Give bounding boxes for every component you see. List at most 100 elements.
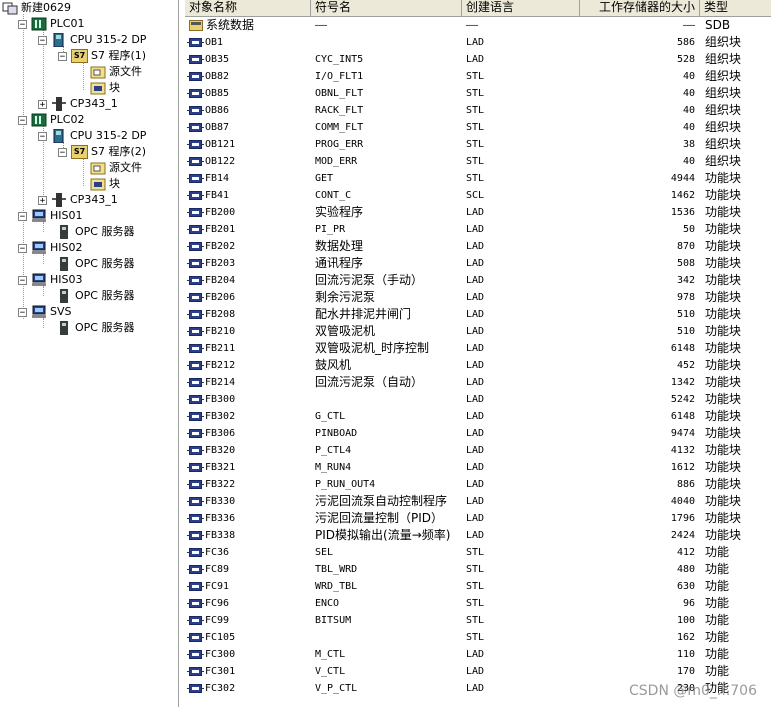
table-row[interactable]: FB210 双管吸泥机 LAD 510 功能块 <box>185 323 771 340</box>
cell-size: 886 <box>676 479 695 490</box>
expand-icon[interactable]: + <box>38 195 47 205</box>
block-name: FB41 <box>205 190 230 201</box>
cell-symbol: 配水井排泥井闸门 <box>315 307 412 321</box>
cell-language: LAD <box>466 649 485 660</box>
cell-name: FB338 <box>187 527 235 544</box>
tree-cp2[interactable]: + CP343_1 <box>38 192 118 208</box>
cell-type: 功能块 <box>705 205 742 219</box>
tree-cpu1[interactable]: − CPU 315-2 DP <box>38 32 146 48</box>
table-row[interactable]: FC300 M_CTL LAD 110 功能 <box>185 646 771 663</box>
tree-his03[interactable]: − HIS03 <box>18 272 83 288</box>
table-row[interactable]: FC91 WRD_TBL STL 630 功能 <box>185 578 771 595</box>
table-row[interactable]: FB212 鼓风机 LAD 452 功能块 <box>185 357 771 374</box>
tree-opc4[interactable]: OPC 服务器 <box>56 320 134 336</box>
collapse-icon[interactable]: − <box>18 211 27 221</box>
tree-blocks2[interactable]: 块 <box>90 176 120 192</box>
table-row[interactable]: FB321 M_RUN4 LAD 1612 功能块 <box>185 459 771 476</box>
column-header-size[interactable]: 工作存储器的大小 <box>580 0 700 16</box>
table-row[interactable]: FB322 P_RUN_OUT4 LAD 886 功能块 <box>185 476 771 493</box>
table-row[interactable]: FB201 PI_PR LAD 50 功能块 <box>185 221 771 238</box>
tree-opc3[interactable]: OPC 服务器 <box>56 288 134 304</box>
table-row[interactable]: FB208 配水井排泥井闸门 LAD 510 功能块 <box>185 306 771 323</box>
collapse-icon[interactable]: − <box>58 51 67 61</box>
cell-type: 组织块 <box>705 154 742 168</box>
tree-opc2[interactable]: OPC 服务器 <box>56 256 134 272</box>
collapse-icon[interactable]: − <box>38 35 47 45</box>
block-name: FB206 <box>205 292 236 303</box>
cell-name: OB121 <box>187 136 235 153</box>
table-row[interactable]: OB121 PROG_ERR STL 38 组织块 <box>185 136 771 153</box>
collapse-icon[interactable]: − <box>18 275 27 285</box>
cell-symbol: 鼓风机 <box>315 358 352 372</box>
cell-symbol: P_CTL4 <box>315 445 352 456</box>
table-row[interactable]: FB320 P_CTL4 LAD 4132 功能块 <box>185 442 771 459</box>
tree-cp1[interactable]: + CP343_1 <box>38 96 118 112</box>
table-row[interactable]: FB14 GET STL 4944 功能块 <box>185 170 771 187</box>
tree-label: CP343_1 <box>70 97 118 110</box>
table-row[interactable]: FB300 LAD 5242 功能块 <box>185 391 771 408</box>
table-row[interactable]: FC36 SEL STL 412 功能 <box>185 544 771 561</box>
table-row[interactable]: FB204 回流污泥泵（手动） LAD 342 功能块 <box>185 272 771 289</box>
table-row[interactable]: FB202 数据处理 LAD 870 功能块 <box>185 238 771 255</box>
table-row[interactable]: FB302 G_CTL LAD 6148 功能块 <box>185 408 771 425</box>
table-row[interactable]: OB122 MOD_ERR STL 40 组织块 <box>185 153 771 170</box>
tree-sources1[interactable]: 源文件 <box>90 64 142 80</box>
table-row[interactable]: FB330 污泥回流泵自动控制程序 LAD 4040 功能块 <box>185 493 771 510</box>
collapse-icon[interactable]: − <box>18 307 27 317</box>
block-icon <box>187 548 204 557</box>
table-row[interactable]: FB206 剩余污泥泵 LAD 978 功能块 <box>185 289 771 306</box>
collapse-icon[interactable]: − <box>18 115 27 125</box>
tree-plc01[interactable]: − PLC01 <box>18 16 84 32</box>
table-row[interactable]: FC89 TBL_WRD STL 480 功能 <box>185 561 771 578</box>
column-header-type[interactable]: 类型 <box>700 0 771 16</box>
collapse-icon[interactable]: − <box>18 19 27 29</box>
table-row[interactable]: FB336 污泥回流量控制（PID） LAD 1796 功能块 <box>185 510 771 527</box>
tree-his02[interactable]: − HIS02 <box>18 240 83 256</box>
table-row[interactable]: OB1 LAD 586 组织块 <box>185 34 771 51</box>
table-row[interactable]: FC105 STL 162 功能 <box>185 629 771 646</box>
project-tree[interactable]: 新建0629 − PLC01 − CPU 315-2 DP − S7 S7 程序… <box>0 0 179 707</box>
table-row[interactable]: FC96 ENCO STL 96 功能 <box>185 595 771 612</box>
collapse-icon[interactable]: − <box>58 147 67 157</box>
tree-program1[interactable]: − S7 S7 程序(1) <box>58 48 146 64</box>
table-row[interactable]: FC301 V_CTL LAD 170 功能 <box>185 663 771 680</box>
table-row[interactable]: OB85 OBNL_FLT STL 40 组织块 <box>185 85 771 102</box>
table-row[interactable]: OB35 CYC_INT5 LAD 528 组织块 <box>185 51 771 68</box>
tree-project[interactable]: 新建0629 <box>2 0 71 16</box>
table-row[interactable]: FB306 PINBOAD LAD 9474 功能块 <box>185 425 771 442</box>
tree-program2[interactable]: − S7 S7 程序(2) <box>58 144 146 160</box>
source-folder-icon <box>90 161 106 175</box>
expand-icon[interactable]: + <box>38 99 47 109</box>
table-row[interactable]: FB338 PID模拟输出(流量→频率) LAD 2424 功能块 <box>185 527 771 544</box>
tree-cpu2[interactable]: − CPU 315-2 DP <box>38 128 146 144</box>
block-name: OB122 <box>205 156 236 167</box>
tree-plc02[interactable]: − PLC02 <box>18 112 84 128</box>
column-header-name[interactable]: 对象名称 <box>185 0 311 16</box>
tree-opc1[interactable]: OPC 服务器 <box>56 224 134 240</box>
table-row[interactable]: OB86 RACK_FLT STL 40 组织块 <box>185 102 771 119</box>
tree-blocks1[interactable]: 块 <box>90 80 120 96</box>
table-row[interactable]: FB211 双管吸泥机_时序控制 LAD 6148 功能块 <box>185 340 771 357</box>
table-row[interactable]: OB82 I/O_FLT1 STL 40 组织块 <box>185 68 771 85</box>
cell-symbol: TBL_WRD <box>315 564 358 575</box>
block-icon <box>187 225 204 234</box>
cell-size: 4944 <box>670 173 695 184</box>
block-list[interactable]: 对象名称 符号名 创建语言 工作存储器的大小 类型 系统数据 —— —— —— SDB O… <box>185 0 771 707</box>
table-row[interactable]: 系统数据 —— —— —— SDB <box>185 17 771 34</box>
collapse-icon[interactable]: − <box>18 243 27 253</box>
table-row[interactable]: FB214 回流污泥泵（自动） LAD 1342 功能块 <box>185 374 771 391</box>
column-header-symbol[interactable]: 符号名 <box>311 0 462 16</box>
table-row[interactable]: FC99 BITSUM STL 100 功能 <box>185 612 771 629</box>
tree-svs[interactable]: − SVS <box>18 304 72 320</box>
table-row[interactable]: FB203 通讯程序 LAD 508 功能块 <box>185 255 771 272</box>
cell-size: 452 <box>676 360 695 371</box>
block-icon <box>187 361 204 370</box>
column-header-language[interactable]: 创建语言 <box>462 0 580 16</box>
table-row[interactable]: FB41 CONT_C SCL 1462 功能块 <box>185 187 771 204</box>
table-row[interactable]: FB200 实验程序 LAD 1536 功能块 <box>185 204 771 221</box>
collapse-icon[interactable]: − <box>38 131 47 141</box>
table-row[interactable]: OB87 COMM_FLT STL 40 组织块 <box>185 119 771 136</box>
tree-sources2[interactable]: 源文件 <box>90 160 142 176</box>
cell-size: 342 <box>676 275 695 286</box>
tree-his01[interactable]: − HIS01 <box>18 208 83 224</box>
